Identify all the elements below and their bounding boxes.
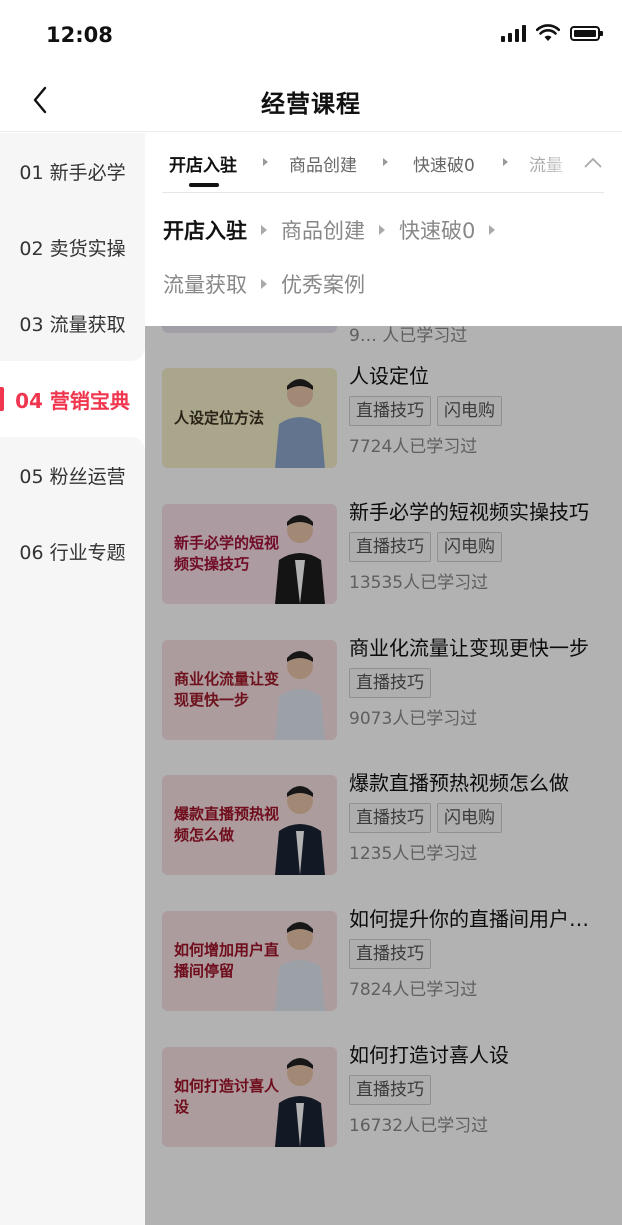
chevron-right-icon <box>489 225 496 235</box>
chevron-right-icon <box>261 279 267 289</box>
page-title: 经营课程 <box>261 90 361 118</box>
chevron-up-icon <box>584 157 602 167</box>
stage-chip-0[interactable]: 开店入驻 <box>163 215 247 245</box>
chevron-right-icon <box>379 225 385 235</box>
tab-stage-0[interactable]: 开店入驻 <box>169 151 237 176</box>
sidebar: 01 新手必学 02 卖货实操 03 流量获取 04 营销宝典 05 粉丝运营 … <box>0 133 145 1225</box>
active-tab-indicator <box>189 183 219 187</box>
chevron-right-icon <box>261 225 267 235</box>
stage-tabs: 开店入驻 商品创建 快速破0 流量 <box>145 133 622 193</box>
status-time: 12:08 <box>46 23 113 47</box>
sidebar-item-fans[interactable]: 05 粉丝运营 <box>0 437 145 513</box>
sidebar-item-wrap: 05 粉丝运营 <box>0 437 145 513</box>
tab-stage-2[interactable]: 快速破0 <box>413 151 475 176</box>
stage-dropdown-panel: 开店入驻 商品创建 快速破0 流量 开店入驻 商品创建 快速破0 <box>145 133 622 326</box>
chevron-right-icon <box>383 158 388 166</box>
battery-icon <box>570 25 603 41</box>
sidebar-item-industry[interactable]: 06 行业专题 <box>0 513 145 589</box>
tab-stage-1[interactable]: 商品创建 <box>289 151 357 176</box>
status-icons <box>501 24 603 42</box>
divider <box>162 192 604 193</box>
stage-row: 开店入驻 商品创建 快速破0 <box>163 203 603 257</box>
sidebar-item-traffic[interactable]: 03 流量获取 <box>0 285 145 361</box>
sidebar-item-selling[interactable]: 02 卖货实操 <box>0 209 145 285</box>
tabs-fade <box>542 143 582 183</box>
sidebar-item-newbie[interactable]: 01 新手必学 <box>0 133 145 209</box>
stage-chip-2[interactable]: 快速破0 <box>399 215 475 245</box>
chevron-right-icon <box>263 158 268 166</box>
stage-chip-4[interactable]: 优秀案例 <box>281 269 365 299</box>
sidebar-item-wrap: 03 流量获取 <box>0 285 145 361</box>
stage-chip-3[interactable]: 流量获取 <box>163 269 247 299</box>
stage-row: 流量获取 优秀案例 <box>163 257 603 311</box>
stage-grid: 开店入驻 商品创建 快速破0 流量获取 优秀案例 <box>163 203 603 311</box>
nav-bar: 经营课程 <box>0 68 622 132</box>
collapse-button[interactable] <box>578 147 608 177</box>
stage-chip-1[interactable]: 商品创建 <box>281 215 365 245</box>
course-content: 9… 人已学习过 人设定位方法 人设定位 直播技巧 闪电购 7724人已学习过 <box>145 133 622 1225</box>
chevron-right-icon <box>503 158 508 166</box>
wifi-icon <box>536 24 560 41</box>
dim-overlay[interactable] <box>145 326 622 1225</box>
sidebar-item-marketing[interactable]: 04 营销宝典 <box>0 361 145 437</box>
status-bar: 12:08 <box>0 0 622 68</box>
signal-icon <box>501 24 526 42</box>
